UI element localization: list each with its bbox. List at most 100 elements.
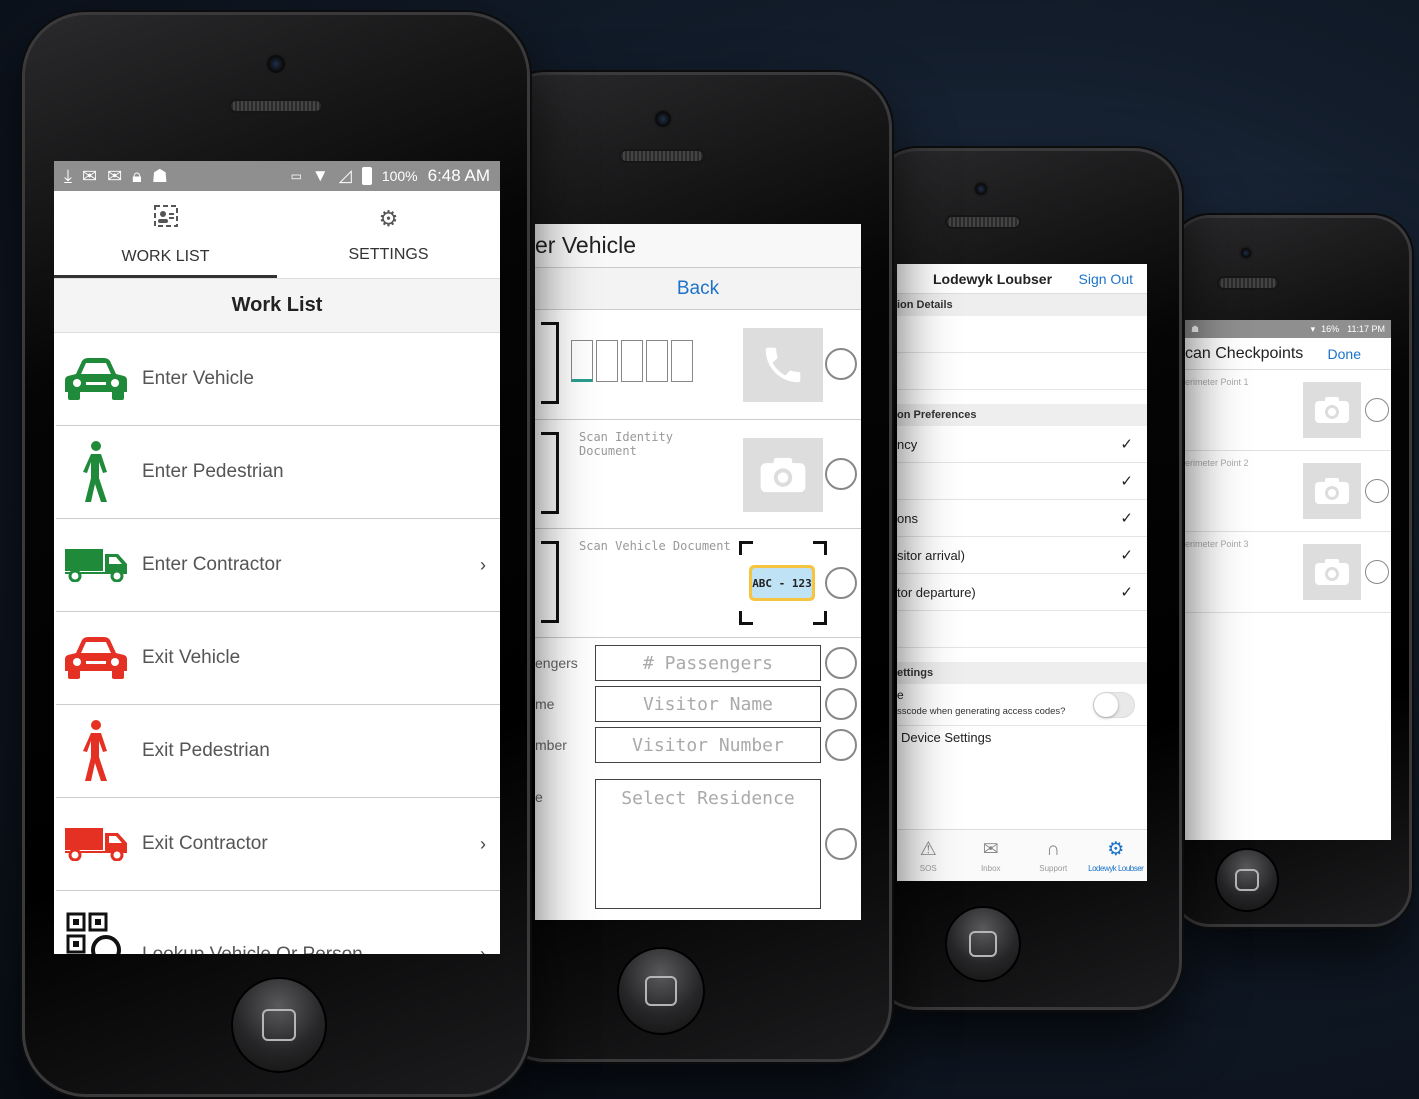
tab-label: Support (1039, 863, 1068, 873)
digit-boxes[interactable] (571, 340, 693, 382)
checkpoint-radio[interactable] (1365, 398, 1389, 422)
tab-sos[interactable]: ⚠ SOS (897, 830, 960, 881)
page-title: can Checkpoints (1185, 344, 1304, 362)
list-item-label: Lookup Vehicle Or Person (142, 943, 363, 955)
screen-checkpoints: ☗ ▾ 16% 11:17 PM can Checkpoints Done er… (1185, 320, 1391, 840)
tab-work-list[interactable]: WORK LIST (54, 191, 277, 278)
checkpoint-row[interactable]: erimeter Point 1 (1185, 370, 1391, 451)
setting-description: sscode when generating access codes? (897, 706, 1066, 717)
visitor-name-radio[interactable] (825, 688, 857, 720)
signal-icon: ◿ (338, 166, 352, 185)
preference-label: ncy (897, 436, 918, 452)
preference-cell[interactable] (897, 611, 1147, 648)
visitor-name-input[interactable]: Visitor Name (595, 686, 821, 722)
scan-identity-label: Scan Identity Document (579, 430, 673, 458)
camera-icon[interactable] (1303, 382, 1361, 438)
vehicle-radio[interactable] (825, 567, 857, 599)
home-button[interactable] (1215, 848, 1279, 912)
scan-frame-corner (541, 322, 559, 404)
camera-icon[interactable] (1303, 463, 1361, 519)
speaker-grille (1217, 276, 1279, 290)
checkmark-icon: ✓ (1120, 510, 1133, 527)
list-item-enter-pedestrian[interactable]: Enter Pedestrian (56, 426, 500, 519)
identity-radio[interactable] (825, 458, 857, 490)
tab-label: SETTINGS (348, 245, 429, 263)
phone-radio[interactable] (825, 348, 857, 380)
camera-icon[interactable] (743, 438, 823, 512)
setting-title: e (897, 688, 904, 702)
preference-cell[interactable]: ✓ (897, 463, 1147, 500)
done-button[interactable]: Done (1328, 346, 1361, 362)
tab-profile[interactable]: ⚙ Lodewyk Loubser (1085, 830, 1148, 881)
plate-scan-frame[interactable]: ABC - 123 (739, 541, 827, 625)
detail-cell[interactable] (897, 353, 1147, 390)
home-button[interactable] (231, 977, 327, 1073)
checkmark-icon: ✓ (1120, 473, 1133, 490)
chevron-right-icon: › (480, 554, 486, 575)
scan-frame-corner (541, 541, 559, 623)
license-plate-icon: ABC - 123 (749, 565, 815, 601)
list-item-enter-contractor[interactable]: Enter Contractor › (56, 519, 500, 612)
visitor-number-input[interactable]: Visitor Number (595, 727, 821, 763)
preference-cell[interactable]: tor departure) ✓ (897, 574, 1147, 611)
keyboard-icon: ▭ (290, 169, 302, 183)
home-button[interactable] (945, 906, 1021, 982)
status-bar: ⤓ ✉ ✉ 🔒︎ ☗ ▭ ▼ ◿ 100% 6:48 AM (54, 161, 500, 191)
preference-cell[interactable]: sitor arrival) ✓ (897, 537, 1147, 574)
phone-icon[interactable] (743, 328, 823, 402)
scan-frame-corner (541, 432, 559, 514)
battery-level: 16% (1321, 324, 1340, 334)
preference-label: ons (897, 510, 918, 526)
passcode-toggle[interactable] (1093, 692, 1135, 718)
device-settings-link[interactable]: Device Settings (897, 726, 1147, 745)
checkpoint-radio[interactable] (1365, 479, 1389, 503)
passengers-input[interactable]: # Passengers (595, 645, 821, 681)
tab-label: Lodewyk Loubser (1088, 864, 1144, 873)
front-camera (973, 181, 989, 197)
visitor-number-radio[interactable] (825, 729, 857, 761)
list-item-label: Enter Pedestrian (142, 461, 284, 482)
tab-label: SOS (919, 864, 937, 873)
sign-out-link[interactable]: Sign Out (1079, 271, 1133, 287)
detail-cell[interactable] (897, 316, 1147, 353)
checkpoint-row[interactable]: erimeter Point 3 (1185, 532, 1391, 613)
wifi-icon: ▼ (311, 166, 329, 185)
page-title: er Vehicle (535, 224, 861, 268)
list-item-exit-vehicle[interactable]: Exit Vehicle (56, 612, 500, 705)
clock: 6:48 AM (427, 166, 490, 185)
list-item-lookup[interactable]: Lookup Vehicle Or Person › (56, 891, 500, 954)
tab-settings[interactable]: ⚙ SETTINGS (277, 191, 500, 278)
checkpoint-label: erimeter Point 3 (1185, 539, 1249, 549)
list-item-exit-pedestrian[interactable]: Exit Pedestrian (56, 705, 500, 798)
preference-cell[interactable]: ons ✓ (897, 500, 1147, 537)
checkpoint-label: erimeter Point 2 (1185, 458, 1249, 468)
preference-cell[interactable]: ncy ✓ (897, 426, 1147, 463)
phone-enter-vehicle: er Vehicle Back Scan Identity Document S… (490, 72, 892, 1062)
scan-vehicle-label: Scan Vehicle Document (579, 539, 731, 553)
checkpoint-row[interactable]: erimeter Point 2 (1185, 451, 1391, 532)
car-icon (56, 356, 136, 402)
list-item-exit-contractor[interactable]: Exit Contractor › (56, 798, 500, 891)
tab-bar: ⚠ SOS ✉ Inbox ∩ Support ⚙ Lodewyk Loubser (897, 829, 1147, 881)
phone-work-list: ⤓ ✉ ✉ 🔒︎ ☗ ▭ ▼ ◿ 100% 6:48 AM WORK LIST (22, 12, 530, 1097)
wifi-icon: ▾ (1310, 323, 1316, 334)
account-header: Lodewyk Loubser Sign Out (897, 264, 1147, 294)
screen-enter-vehicle: er Vehicle Back Scan Identity Document S… (535, 224, 861, 920)
home-button[interactable] (617, 947, 705, 1035)
speaker-grille (945, 215, 1021, 229)
list-item-enter-vehicle[interactable]: Enter Vehicle (56, 333, 500, 426)
back-button[interactable]: Back (535, 268, 861, 310)
checkmark-icon: ✓ (1120, 547, 1133, 564)
camera-icon[interactable] (1303, 544, 1361, 600)
residence-select[interactable]: Select Residence (595, 779, 821, 909)
checkpoint-radio[interactable] (1365, 560, 1389, 584)
tab-support[interactable]: ∩ Support (1022, 830, 1085, 881)
download-icon: ⤓ (64, 165, 72, 186)
visitor-number-label: mber (535, 737, 567, 753)
residence-radio[interactable] (825, 828, 857, 860)
front-camera (1239, 246, 1253, 260)
passengers-radio[interactable] (825, 647, 857, 679)
tab-inbox[interactable]: ✉ Inbox (960, 830, 1023, 881)
chevron-right-icon: › (480, 833, 486, 854)
nav-bar: can Checkpoints Done (1185, 338, 1391, 370)
